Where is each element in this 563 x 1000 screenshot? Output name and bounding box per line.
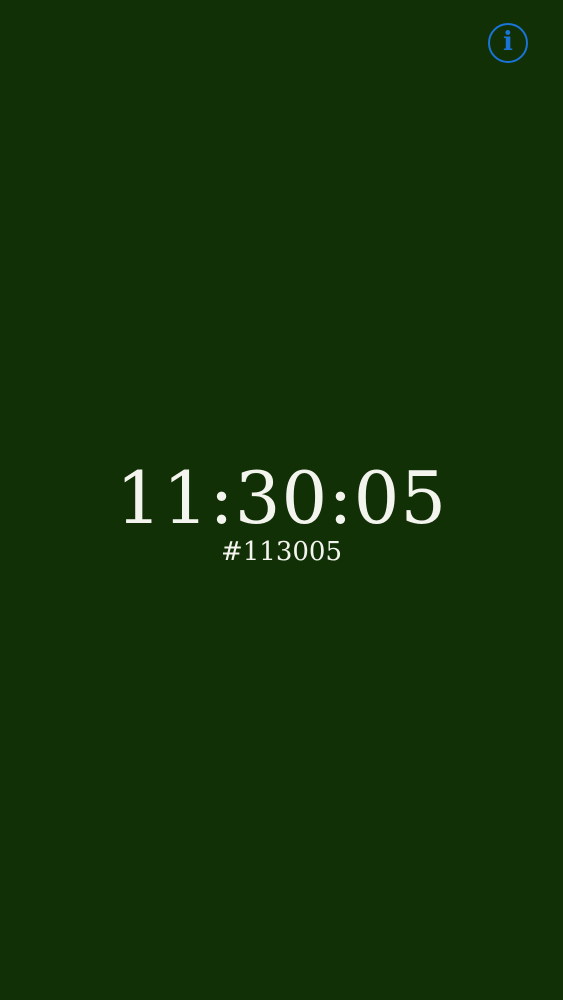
hex-color-text: #113005	[220, 537, 343, 567]
info-button[interactable]: i	[488, 23, 528, 63]
clock-display: 11:30:05 #113005	[0, 456, 563, 568]
time-text: 11:30:05	[115, 456, 448, 540]
info-icon: i	[503, 27, 513, 57]
clock-screen: i 11:30:05 #113005	[0, 0, 563, 1000]
